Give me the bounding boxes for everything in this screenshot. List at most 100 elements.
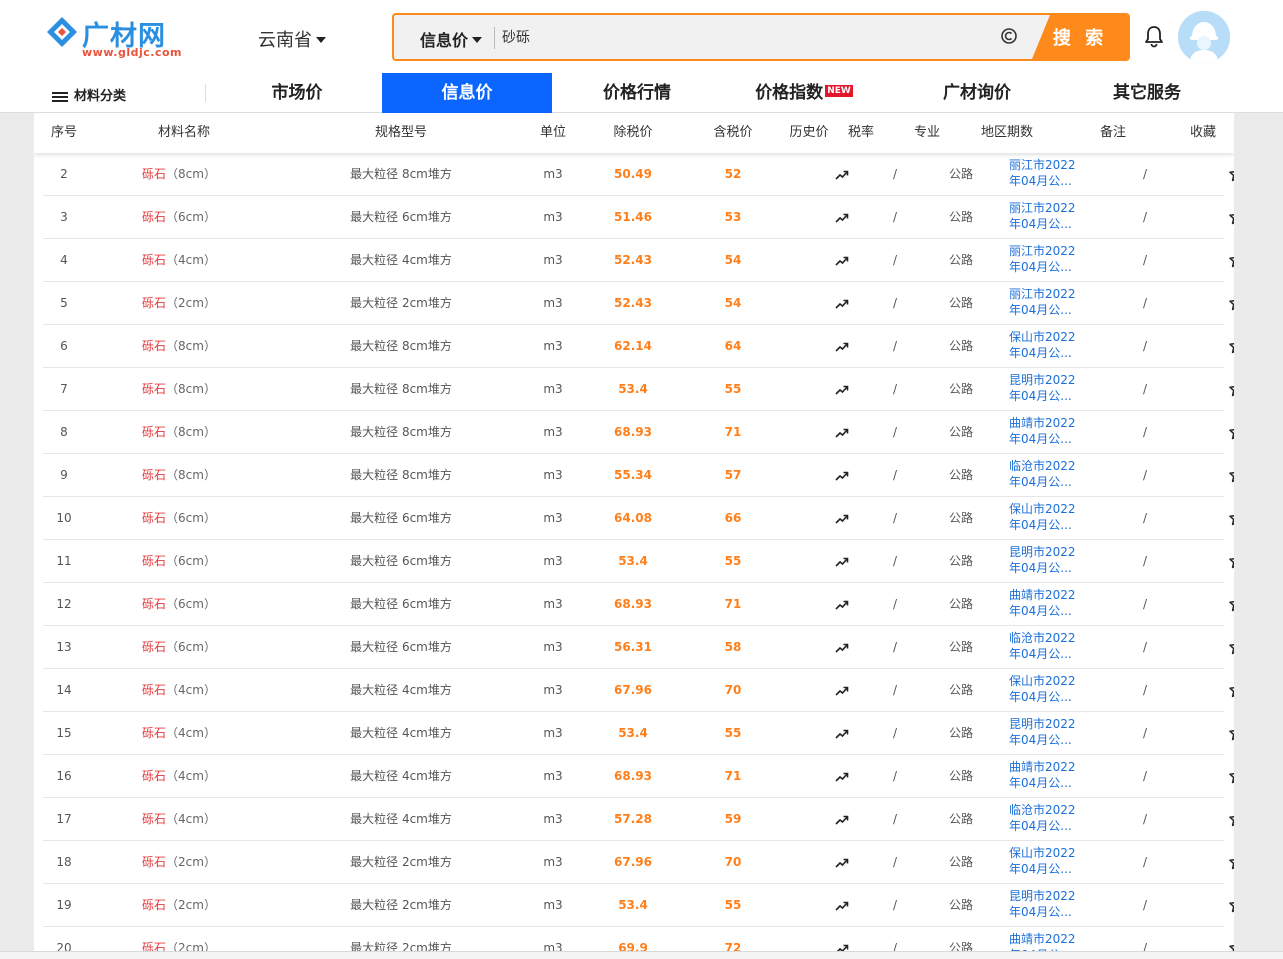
trend-up-icon[interactable] <box>825 884 859 927</box>
region-link[interactable]: 保山市2022 年04月公... <box>1009 841 1083 884</box>
cell-name[interactable]: 砾石（8cm） <box>115 454 243 497</box>
trend-up-icon[interactable] <box>825 325 859 368</box>
cell-name[interactable]: 砾石（4cm） <box>115 712 243 755</box>
star-outline-icon[interactable] <box>1219 454 1234 497</box>
cell-name[interactable]: 砾石（6cm） <box>115 497 243 540</box>
cell-name[interactable]: 砾石（8cm） <box>115 325 243 368</box>
cell-name[interactable]: 砾石（2cm） <box>115 282 243 325</box>
material-name-link[interactable]: 砾石 <box>142 468 166 482</box>
region-link[interactable]: 临沧市2022 年04月公... <box>1009 798 1083 841</box>
province-selector[interactable]: 云南省 <box>258 26 326 52</box>
material-name-link[interactable]: 砾石 <box>142 210 166 224</box>
region-link[interactable]: 丽江市2022 年04月公... <box>1009 153 1083 196</box>
tab-price-trend[interactable]: 价格行情 <box>592 73 682 113</box>
trend-up-icon[interactable] <box>825 712 859 755</box>
cell-name[interactable]: 砾石（8cm） <box>115 411 243 454</box>
star-outline-icon[interactable] <box>1219 540 1234 583</box>
material-name-link[interactable]: 砾石 <box>142 253 166 267</box>
trend-up-icon[interactable] <box>825 454 859 497</box>
region-link[interactable]: 丽江市2022 年04月公... <box>1009 196 1083 239</box>
star-outline-icon[interactable] <box>1219 669 1234 712</box>
region-link[interactable]: 临沧市2022 年04月公... <box>1009 626 1083 669</box>
material-name-link[interactable]: 砾石 <box>142 855 166 869</box>
trend-up-icon[interactable] <box>825 153 859 196</box>
clear-icon[interactable] <box>1000 27 1018 45</box>
cell-name[interactable]: 砾石（8cm） <box>115 368 243 411</box>
region-link[interactable]: 昆明市2022 年04月公... <box>1009 884 1083 927</box>
cell-name[interactable]: 砾石（6cm） <box>115 540 243 583</box>
star-outline-icon[interactable] <box>1219 626 1234 669</box>
material-name-link[interactable]: 砾石 <box>142 554 166 568</box>
star-outline-icon[interactable] <box>1219 411 1234 454</box>
material-name-link[interactable]: 砾石 <box>142 296 166 310</box>
cell-name[interactable]: 砾石（8cm） <box>115 153 243 196</box>
trend-up-icon[interactable] <box>825 798 859 841</box>
region-link[interactable]: 保山市2022 年04月公... <box>1009 497 1083 540</box>
trend-up-icon[interactable] <box>825 239 859 282</box>
region-link[interactable]: 丽江市2022 年04月公... <box>1009 239 1083 282</box>
region-link[interactable]: 曲靖市2022 年04月公... <box>1009 583 1083 626</box>
trend-up-icon[interactable] <box>825 583 859 626</box>
trend-up-icon[interactable] <box>825 755 859 798</box>
material-name-link[interactable]: 砾石 <box>142 382 166 396</box>
search-input[interactable] <box>502 21 982 53</box>
cell-name[interactable]: 砾石（6cm） <box>115 196 243 239</box>
tab-info-price[interactable]: 信息价 <box>382 73 552 113</box>
region-link[interactable]: 保山市2022 年04月公... <box>1009 669 1083 712</box>
material-name-link[interactable]: 砾石 <box>142 898 166 912</box>
region-link[interactable]: 昆明市2022 年04月公... <box>1009 540 1083 583</box>
trend-up-icon[interactable] <box>825 669 859 712</box>
material-name-link[interactable]: 砾石 <box>142 812 166 826</box>
region-link[interactable]: 曲靖市2022 年04月公... <box>1009 411 1083 454</box>
region-link[interactable]: 保山市2022 年04月公... <box>1009 325 1083 368</box>
material-name-link[interactable]: 砾石 <box>142 597 166 611</box>
star-outline-icon[interactable] <box>1219 282 1234 325</box>
tab-other-services[interactable]: 其它服务 <box>1102 73 1192 113</box>
avatar[interactable] <box>1178 11 1230 63</box>
search-button[interactable]: 搜 索 <box>1032 15 1128 59</box>
star-outline-icon[interactable] <box>1219 755 1234 798</box>
region-link[interactable]: 临沧市2022 年04月公... <box>1009 454 1083 497</box>
star-outline-icon[interactable] <box>1219 497 1234 540</box>
material-name-link[interactable]: 砾石 <box>142 511 166 525</box>
trend-up-icon[interactable] <box>825 540 859 583</box>
cell-name[interactable]: 砾石（4cm） <box>115 669 243 712</box>
material-name-link[interactable]: 砾石 <box>142 769 166 783</box>
category-menu[interactable]: 材料分类 <box>52 85 126 104</box>
material-name-link[interactable]: 砾石 <box>142 339 166 353</box>
trend-up-icon[interactable] <box>825 497 859 540</box>
material-name-link[interactable]: 砾石 <box>142 425 166 439</box>
star-outline-icon[interactable] <box>1219 583 1234 626</box>
trend-up-icon[interactable] <box>825 411 859 454</box>
site-logo[interactable]: 广材网 www.gldjc.com <box>44 14 184 60</box>
trend-up-icon[interactable] <box>825 196 859 239</box>
star-outline-icon[interactable] <box>1219 841 1234 884</box>
star-outline-icon[interactable] <box>1219 712 1234 755</box>
trend-up-icon[interactable] <box>825 368 859 411</box>
star-outline-icon[interactable] <box>1219 239 1234 282</box>
star-outline-icon[interactable] <box>1219 196 1234 239</box>
cell-name[interactable]: 砾石（4cm） <box>115 798 243 841</box>
star-outline-icon[interactable] <box>1219 325 1234 368</box>
tab-price-index[interactable]: 价格指数 NEW <box>746 73 862 113</box>
cell-name[interactable]: 砾石（2cm） <box>115 884 243 927</box>
cell-name[interactable]: 砾石（4cm） <box>115 755 243 798</box>
trend-up-icon[interactable] <box>825 626 859 669</box>
tab-inquiry[interactable]: 广材询价 <box>932 73 1022 113</box>
region-link[interactable]: 曲靖市2022 年04月公... <box>1009 755 1083 798</box>
tab-market-price[interactable]: 市场价 <box>252 73 342 113</box>
cell-name[interactable]: 砾石（4cm） <box>115 239 243 282</box>
cell-name[interactable]: 砾石（6cm） <box>115 626 243 669</box>
material-name-link[interactable]: 砾石 <box>142 726 166 740</box>
star-outline-icon[interactable] <box>1219 884 1234 927</box>
cell-name[interactable]: 砾石（2cm） <box>115 841 243 884</box>
material-name-link[interactable]: 砾石 <box>142 683 166 697</box>
trend-up-icon[interactable] <box>825 282 859 325</box>
star-outline-icon[interactable] <box>1219 153 1234 196</box>
trend-up-icon[interactable] <box>825 841 859 884</box>
region-link[interactable]: 昆明市2022 年04月公... <box>1009 368 1083 411</box>
region-link[interactable]: 昆明市2022 年04月公... <box>1009 712 1083 755</box>
cell-name[interactable]: 砾石（6cm） <box>115 583 243 626</box>
search-type-dropdown[interactable]: 信息价 <box>420 27 483 51</box>
material-name-link[interactable]: 砾石 <box>142 640 166 654</box>
